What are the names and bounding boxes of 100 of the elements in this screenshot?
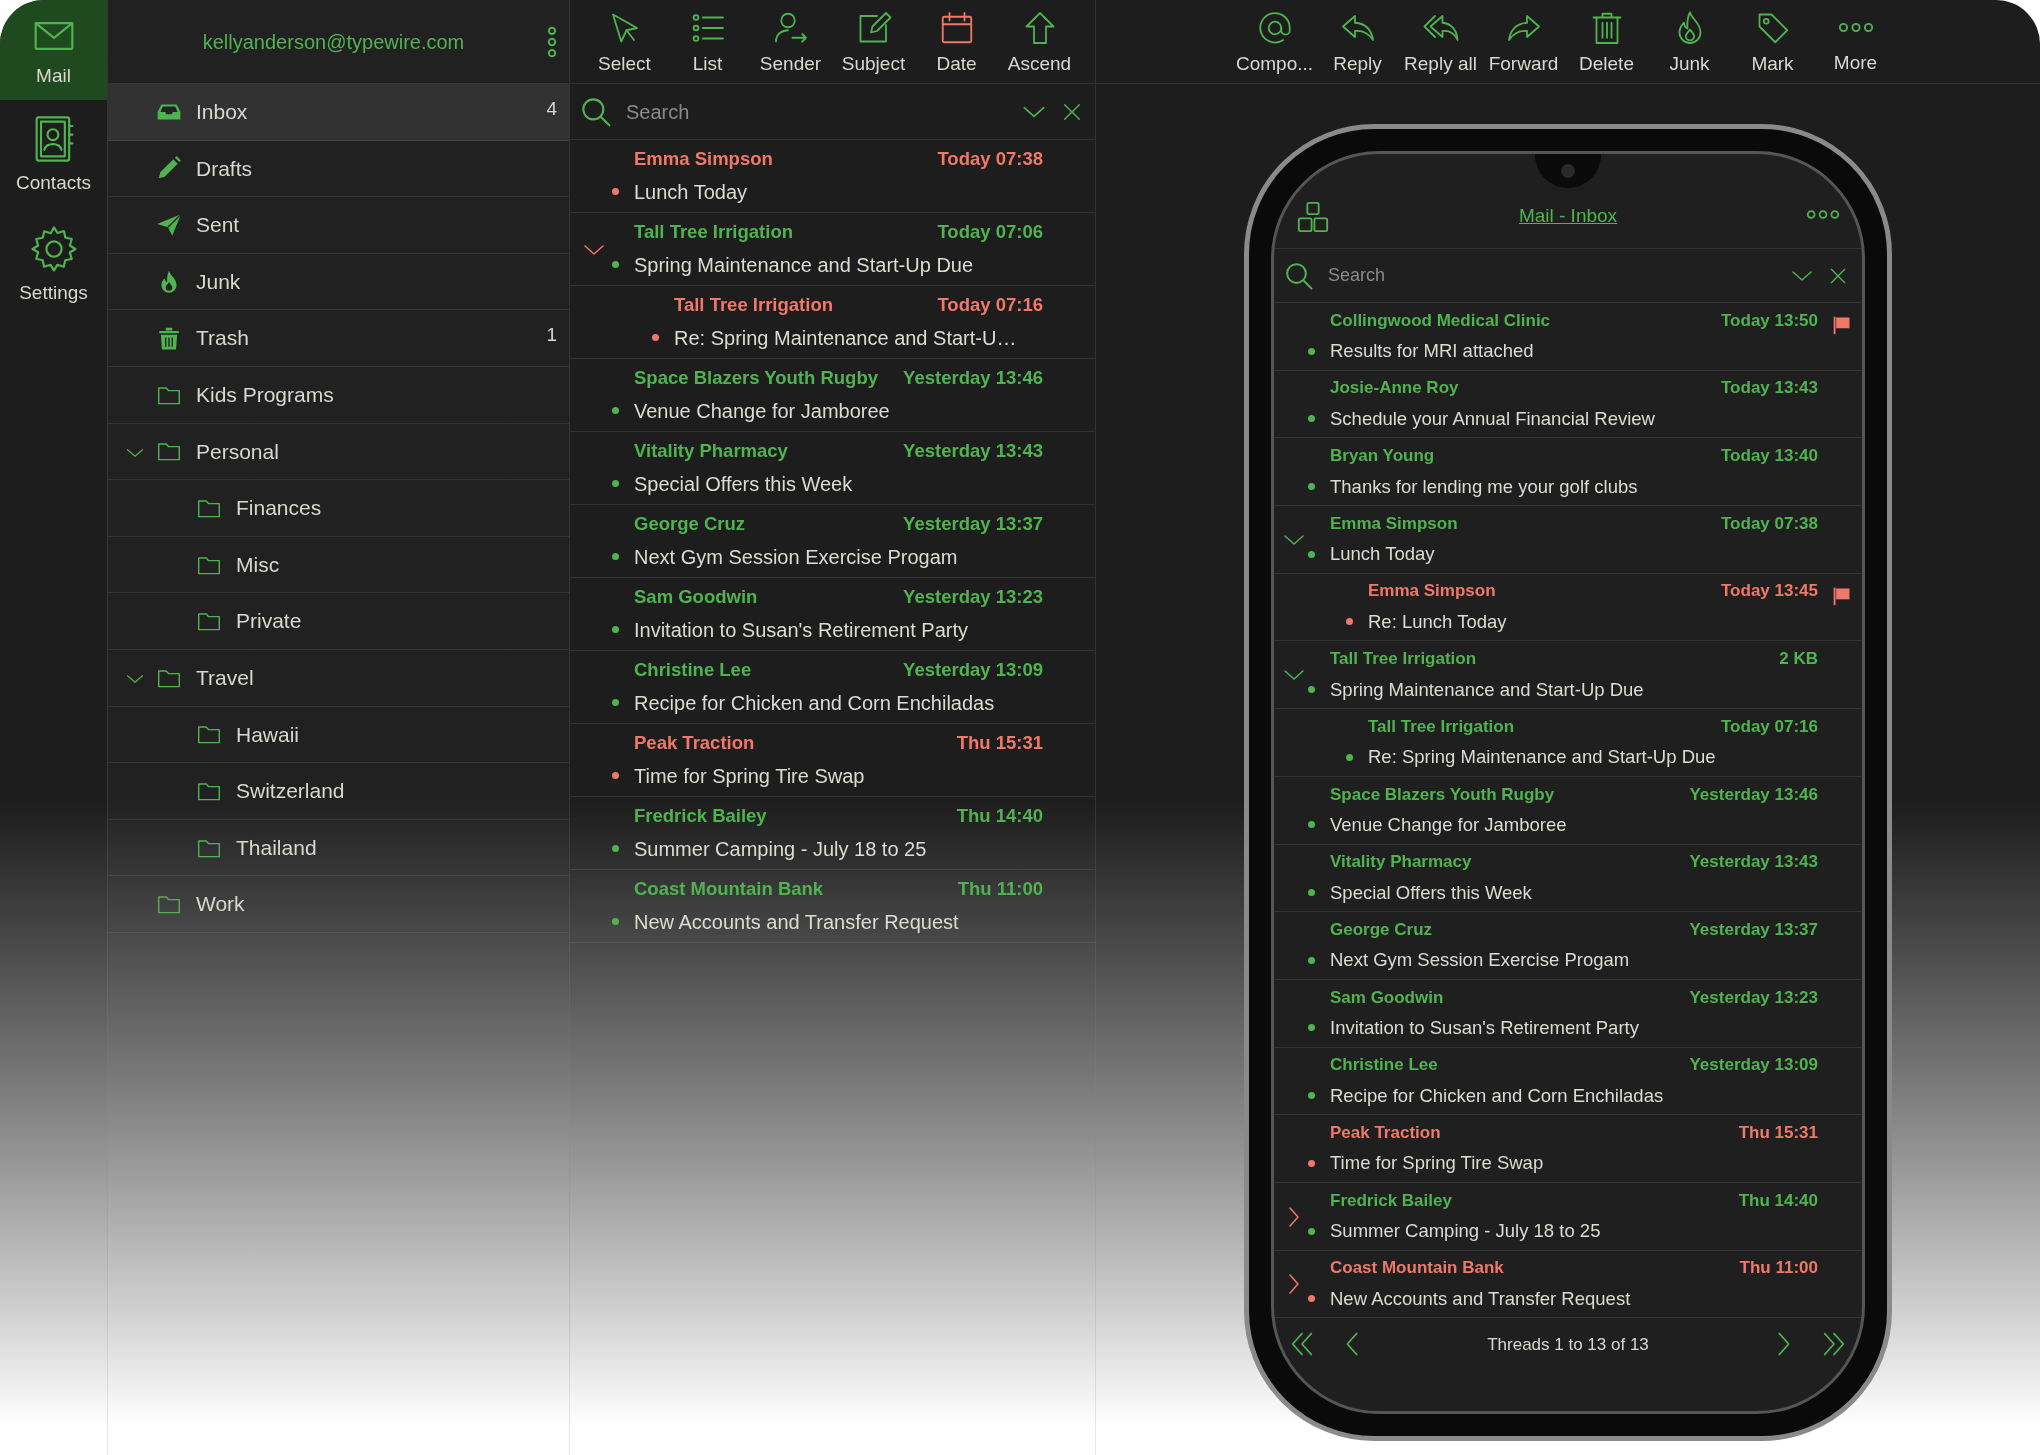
message-row[interactable]: Bryan Young Today 13:40 Thanks for lending me your golf clubs — [1274, 438, 1862, 507]
folder-item[interactable]: Trash 1 — [108, 310, 569, 367]
message-row[interactable]: Peak Traction Thu 15:31 Time for Spring Tire Swap — [570, 724, 1095, 797]
message-row[interactable]: Peak Traction Thu 15:31 Time for Spring Tire Swap — [1274, 1115, 1862, 1183]
message-row[interactable]: Sam Goodwin Yesterday 13:23 Invitation to Susan's Retirement Party — [570, 578, 1095, 651]
toolbar-button[interactable]: List — [666, 0, 749, 83]
folder-label: Finances — [236, 495, 323, 522]
message-subject: New Accounts and Transfer Request — [1330, 1286, 1631, 1311]
message-subject: Venue Change for Jamboree — [1330, 813, 1567, 838]
message-row[interactable]: Coast Mountain Bank Thu 11:00 New Accounts and Transfer Request — [570, 870, 1095, 943]
toolbar-button[interactable]: Forward — [1482, 0, 1565, 83]
message-row[interactable]: Christine Lee Yesterday 13:09 Recipe for Chicken and Corn Enchiladas — [1274, 1047, 1862, 1116]
toolbar-button[interactable]: More — [1814, 0, 1897, 83]
sender-name: Tall Tree Irrigation — [674, 293, 833, 318]
message-row[interactable]: Coast Mountain Bank Thu 11:00 New Accounts and Transfer Request — [1274, 1250, 1862, 1319]
sender-name: Tall Tree Irrigation — [634, 220, 793, 245]
message-row[interactable]: Tall Tree Irrigation 2 KB Spring Maintenance and Start-Up Due — [1274, 641, 1862, 710]
message-row[interactable]: Fredrick Bailey Thu 14:40 Summer Camping - July 18 to 25 — [1274, 1182, 1862, 1251]
toolbar-button[interactable]: Reply all — [1399, 0, 1482, 83]
message-row[interactable]: Tall Tree Irrigation Today 07:06 Spring Maintenance and Start-Up Due — [570, 213, 1095, 286]
sender-name: Fredrick Bailey — [1330, 1189, 1452, 1212]
apps-icon[interactable] — [1296, 200, 1330, 234]
sender-name: Tall Tree Irrigation — [1368, 715, 1515, 738]
toolbar-button[interactable]: Delete — [1565, 0, 1648, 83]
message-subject: Invitation to Susan's Retirement Party — [634, 617, 968, 643]
folder-item[interactable]: Thailand — [108, 819, 569, 877]
folder-item[interactable]: Sent — [108, 197, 569, 254]
toolbar-button[interactable]: Mark — [1731, 0, 1814, 83]
folder-item[interactable]: Inbox 4 — [108, 84, 569, 141]
folder-item[interactable]: Junk — [108, 253, 569, 311]
account-menu-icon[interactable] — [547, 25, 557, 58]
folder-item[interactable]: Hawaii — [108, 706, 569, 764]
nav-tab[interactable]: Mail — [0, 0, 107, 100]
toolbar-button[interactable]: Junk — [1648, 0, 1731, 83]
nav-tab[interactable]: Settings — [0, 210, 107, 320]
message-row[interactable]: Sam Goodwin Yesterday 13:23 Invitation to Susan's Retirement Party — [1274, 979, 1862, 1048]
more-icon[interactable] — [1806, 209, 1840, 220]
folder-item[interactable]: Travel — [108, 649, 569, 707]
message-time: Yesterday 13:23 — [1689, 986, 1818, 1009]
folder-item[interactable]: Kids Programs — [108, 366, 569, 424]
screen-title-link[interactable]: Mail - Inbox — [1330, 201, 1806, 230]
folder-label: Sent — [196, 212, 241, 239]
message-row[interactable]: Vitality Pharmacy Yesterday 13:43 Special Offers this Week — [1274, 844, 1862, 913]
message-row[interactable]: Tall Tree Irrigation Today 07:16 Re: Spring Maintenance and Start-Up Due — [1274, 709, 1862, 777]
message-time: Today 13:43 — [1721, 377, 1818, 400]
folder-item[interactable]: Personal — [108, 423, 569, 481]
folder-item[interactable]: Switzerland — [108, 763, 569, 820]
message-time: Today 07:16 — [1721, 715, 1818, 738]
message-time: Today 13:50 — [1721, 309, 1818, 332]
toolbar-button[interactable]: Compo... — [1233, 0, 1316, 83]
message-row[interactable]: Fredrick Bailey Thu 14:40 Summer Camping - July 18 to 25 — [570, 797, 1095, 870]
message-row[interactable]: Space Blazers Youth Rugby Yesterday 13:46 Venue Change for Jamboree — [1274, 776, 1862, 845]
message-time: Today 07:38 — [937, 147, 1043, 172]
folder-item[interactable]: Work — [108, 876, 569, 933]
message-subject: Spring Maintenance and Start-Up Due — [1330, 677, 1644, 702]
message-row[interactable]: George Cruz Yesterday 13:37 Next Gym Session Exercise Progam — [570, 505, 1095, 578]
message-time: Thu 14:40 — [956, 804, 1043, 829]
message-time: Yesterday 13:46 — [903, 366, 1043, 391]
message-subject: Venue Change for Jamboree — [634, 398, 890, 424]
toolbar-button[interactable]: Date — [915, 0, 998, 83]
folder-item[interactable]: Finances — [108, 480, 569, 537]
message-time: Today 13:40 — [1721, 445, 1818, 468]
search-field[interactable]: Search — [626, 96, 1021, 127]
message-time: 2 KB — [1779, 648, 1818, 671]
toolbar-button[interactable]: Subject — [832, 0, 915, 83]
message-row[interactable]: George Cruz Yesterday 13:37 Next Gym Session Exercise Progam — [1274, 912, 1862, 980]
toolbar-button[interactable]: Sender — [749, 0, 832, 83]
message-row[interactable]: Josie-Anne Roy Today 13:43 Schedule your Annual Financial Review — [1274, 370, 1862, 439]
sender-name: Sam Goodwin — [634, 585, 758, 610]
folder-label: Drafts — [196, 155, 253, 182]
sender-name: Bryan Young — [1330, 445, 1435, 468]
sender-name: Fredrick Bailey — [634, 804, 767, 829]
message-time: Thu 15:31 — [1738, 1121, 1818, 1144]
message-row[interactable]: Emma Simpson Today 07:38 Lunch Today — [1274, 506, 1862, 574]
message-time: Yesterday 13:43 — [1689, 851, 1818, 874]
flag-icon[interactable] — [1832, 315, 1852, 335]
message-row[interactable]: Space Blazers Youth Rugby Yesterday 13:46 Venue Change for Jamboree — [570, 359, 1095, 432]
folder-item[interactable]: Drafts — [108, 140, 569, 198]
search-field[interactable]: Search — [1328, 262, 1790, 289]
pager-label: Threads 1 to 13 of 13 — [1486, 1333, 1650, 1356]
folder-label: Private — [236, 608, 303, 635]
more-icon — [1837, 22, 1874, 33]
flag-icon[interactable] — [1832, 585, 1852, 606]
folder-item[interactable]: Misc — [108, 536, 569, 594]
message-row[interactable]: Christine Lee Yesterday 13:09 Recipe for Chicken and Corn Enchiladas — [570, 651, 1095, 724]
toolbar-button[interactable]: Select — [583, 0, 666, 83]
message-time: Yesterday 13:09 — [903, 658, 1043, 683]
message-row[interactable]: Tall Tree Irrigation Today 07:16 Re: Spring Maintenance and Start-U… — [570, 286, 1095, 359]
message-row[interactable]: Vitality Pharmacy Yesterday 13:43 Special Offers this Week — [570, 432, 1095, 505]
message-row[interactable]: Emma Simpson Today 07:38 Lunch Today — [570, 140, 1095, 213]
nav-tab[interactable]: Contacts — [0, 100, 107, 210]
message-row[interactable]: Emma Simpson Today 13:45 Re: Lunch Today — [1274, 573, 1862, 642]
folder-item[interactable]: Private — [108, 593, 569, 650]
sender-name: Christine Lee — [634, 658, 752, 683]
message-time: Thu 14:40 — [1738, 1189, 1818, 1212]
message-row[interactable]: Collingwood Medical Clinic Today 13:50 Results for MRI attached — [1274, 303, 1862, 371]
toolbar-button[interactable]: Ascend — [998, 0, 1081, 83]
message-subject: Recipe for Chicken and Corn Enchiladas — [1330, 1083, 1664, 1108]
folder-label: Junk — [196, 268, 242, 295]
toolbar-button[interactable]: Reply — [1316, 0, 1399, 83]
